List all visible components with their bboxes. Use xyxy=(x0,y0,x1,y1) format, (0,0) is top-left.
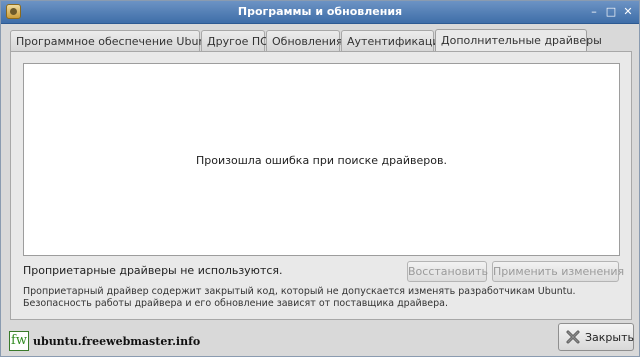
maximize-icon[interactable]: □ xyxy=(604,5,618,18)
watermark-logo: fw xyxy=(9,331,29,351)
additional-drivers-pane: Произошла ошибка при поиске драйверов. П… xyxy=(10,51,632,320)
driver-status-label: Проприетарные драйверы не используются. xyxy=(23,264,283,277)
tab-ubuntu-software[interactable]: Программное обеспечение Ubuntu xyxy=(10,30,217,51)
close-button[interactable]: Закрыть xyxy=(558,323,634,351)
window-title: Программы и обновления xyxy=(237,5,403,18)
drivers-list[interactable]: Произошла ошибка при поиске драйверов. xyxy=(23,63,620,256)
tab-other-software[interactable]: Другое ПО xyxy=(201,30,269,51)
tab-updates[interactable]: Обновления xyxy=(266,30,343,51)
software-updates-window: Программы и обновления – □ ✕ Программное… xyxy=(0,0,640,357)
tab-additional-drivers[interactable]: Дополнительные драйверы xyxy=(435,29,602,52)
close-button-label: Закрыть xyxy=(585,331,634,344)
minimize-icon[interactable]: – xyxy=(587,5,601,18)
watermark-text: ubuntu.freewebmaster.info xyxy=(33,335,201,348)
close-x-icon xyxy=(566,330,580,344)
close-icon[interactable]: ✕ xyxy=(621,5,635,18)
title-bar[interactable]: Программы и обновления – □ ✕ xyxy=(1,1,639,24)
tab-authentication[interactable]: Аутентификация xyxy=(341,30,446,51)
driver-error-message: Произошла ошибка при поиске драйверов. xyxy=(196,154,447,167)
apply-changes-button[interactable]: Применить изменения xyxy=(492,261,624,282)
restore-button[interactable]: Восстановить xyxy=(407,261,488,282)
proprietary-driver-description: Проприетарный драйвер содержит закрытый … xyxy=(23,286,576,309)
